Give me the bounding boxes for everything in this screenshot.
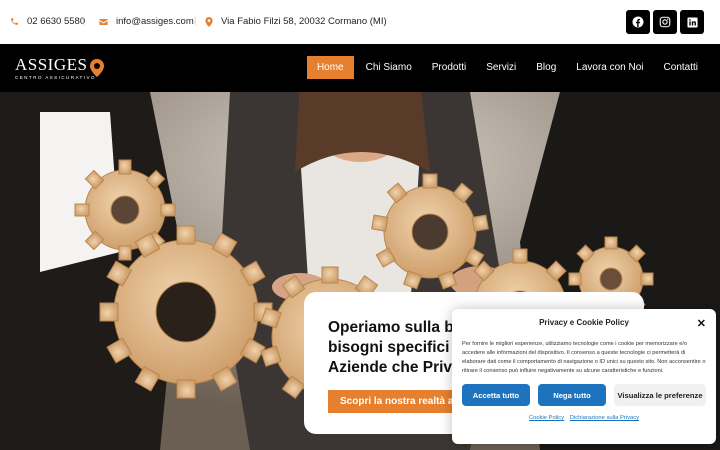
close-icon[interactable]: ✕ bbox=[697, 317, 706, 330]
brand-name: ASSIGES bbox=[15, 55, 88, 74]
nav-item-lavora-con-noi[interactable]: Lavora con Noi bbox=[568, 56, 651, 79]
nav-item-home[interactable]: Home bbox=[306, 56, 354, 79]
cookie-policy-link[interactable]: Cookie Policy bbox=[529, 415, 564, 421]
deny-all-button[interactable]: Nega tutto bbox=[538, 384, 606, 406]
nav-item-servizi[interactable]: Servizi bbox=[478, 56, 524, 79]
accept-all-button[interactable]: Accetta tutto bbox=[462, 384, 530, 406]
cookie-dialog-title: Privacy e Cookie Policy bbox=[539, 318, 629, 327]
cookie-links: Cookie Policy Dichiarazione sulla Privac… bbox=[462, 415, 706, 421]
nav-item-chi-siamo[interactable]: Chi Siamo bbox=[358, 56, 420, 79]
cookie-dialog-text: Per fornire le migliori esperienze, util… bbox=[462, 341, 706, 374]
separator: | bbox=[82, 15, 85, 25]
hero-cta-button[interactable]: Scopri la nostra realtà a bbox=[328, 390, 466, 413]
address-text: Via Fabio Filzi 58, 20032 Cormano (MI) bbox=[221, 16, 387, 27]
top-bar: 02 6630 5580 | info@assiges.com | Via Fa… bbox=[0, 0, 720, 44]
phone-contact[interactable]: 02 6630 5580 bbox=[10, 16, 85, 27]
mail-icon bbox=[99, 18, 108, 26]
main-navigation: ASSIGES CENTRO ASSICURATIVO Home Chi Sia… bbox=[0, 44, 720, 92]
facebook-icon[interactable] bbox=[626, 10, 650, 34]
phone-icon bbox=[10, 17, 19, 26]
brand-logo[interactable]: ASSIGES CENTRO ASSICURATIVO bbox=[15, 55, 104, 80]
location-icon bbox=[205, 16, 213, 27]
nav-item-blog[interactable]: Blog bbox=[528, 56, 564, 79]
nav-menu: Home Chi Siamo Prodotti Servizi Blog Lav… bbox=[303, 56, 706, 79]
logo-pin-icon bbox=[90, 59, 104, 77]
address-contact: Via Fabio Filzi 58, 20032 Cormano (MI) bbox=[205, 16, 387, 27]
privacy-statement-link[interactable]: Dichiarazione sulla Privacy bbox=[570, 415, 639, 421]
cookie-consent-dialog: Privacy e Cookie Policy ✕ Per fornire le… bbox=[452, 309, 716, 444]
linkedin-icon[interactable] bbox=[680, 10, 704, 34]
separator: | bbox=[194, 15, 197, 25]
nav-item-prodotti[interactable]: Prodotti bbox=[424, 56, 474, 79]
brand-tagline: CENTRO ASSICURATIVO bbox=[15, 75, 96, 80]
email-address: info@assiges.com bbox=[116, 16, 194, 27]
view-preferences-button[interactable]: Visualizza le preferenze bbox=[614, 384, 706, 406]
email-contact[interactable]: info@assiges.com bbox=[99, 16, 194, 27]
nav-item-contatti[interactable]: Contatti bbox=[656, 56, 706, 79]
phone-number: 02 6630 5580 bbox=[27, 16, 86, 27]
instagram-icon[interactable] bbox=[653, 10, 677, 34]
social-links bbox=[626, 10, 704, 34]
cookie-buttons: Accetta tutto Nega tutto Visualizza le p… bbox=[462, 384, 706, 406]
